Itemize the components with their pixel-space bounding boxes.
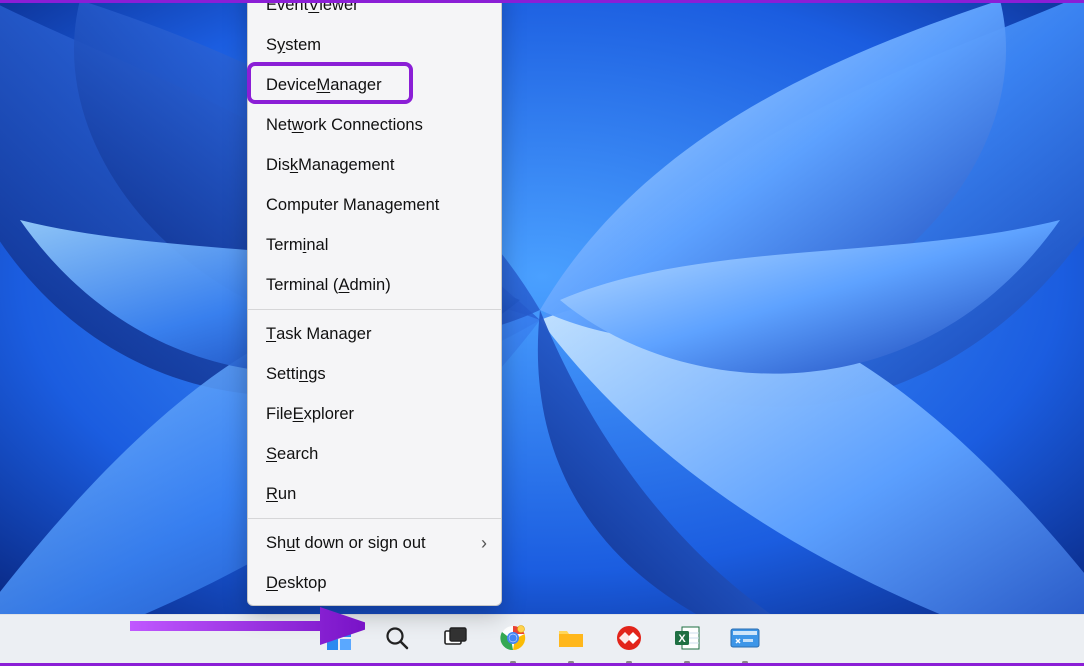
menu-item-network-connections[interactable]: Network Connections bbox=[248, 105, 501, 145]
start-button[interactable] bbox=[319, 621, 359, 661]
menu-item-device-manager[interactable]: Device Manager bbox=[248, 65, 501, 105]
menu-item-computer-management[interactable]: Computer Management bbox=[248, 185, 501, 225]
file-explorer-button[interactable] bbox=[551, 621, 591, 661]
search-button[interactable] bbox=[377, 621, 417, 661]
run-button[interactable] bbox=[725, 621, 765, 661]
menu-item-task-manager[interactable]: Task Manager bbox=[248, 314, 501, 354]
menu-item-disk-management[interactable]: Disk Management bbox=[248, 145, 501, 185]
anydesk-button[interactable] bbox=[609, 621, 649, 661]
excel-button[interactable]: X bbox=[667, 621, 707, 661]
svg-text:X: X bbox=[678, 633, 686, 645]
excel-icon: X bbox=[673, 624, 701, 657]
menu-separator bbox=[248, 518, 501, 519]
taskbar: X bbox=[0, 614, 1084, 666]
anydesk-icon bbox=[615, 624, 643, 657]
task-view-button[interactable] bbox=[435, 621, 475, 661]
menu-item-terminal[interactable]: Terminal bbox=[248, 225, 501, 265]
menu-item-search[interactable]: Search bbox=[248, 434, 501, 474]
winx-context-menu[interactable]: Event ViewerSystemDevice ManagerNetwork … bbox=[247, 0, 502, 606]
menu-separator bbox=[248, 309, 501, 310]
search-icon bbox=[384, 625, 410, 656]
chrome-button[interactable] bbox=[493, 621, 533, 661]
chrome-icon bbox=[499, 624, 527, 657]
folder-icon bbox=[557, 625, 585, 656]
menu-item-event-viewer[interactable]: Event Viewer bbox=[248, 0, 501, 25]
menu-item-system[interactable]: System bbox=[248, 25, 501, 65]
desktop-wallpaper bbox=[0, 0, 1084, 615]
taskview-icon bbox=[442, 625, 468, 656]
menu-item-file-explorer[interactable]: File Explorer bbox=[248, 394, 501, 434]
windows-icon bbox=[325, 624, 353, 657]
run-icon bbox=[730, 626, 760, 655]
menu-item-settings[interactable]: Settings bbox=[248, 354, 501, 394]
menu-item-run[interactable]: Run bbox=[248, 474, 501, 514]
menu-item-desktop[interactable]: Desktop bbox=[248, 563, 501, 603]
menu-item-terminal-admin[interactable]: Terminal (Admin) bbox=[248, 265, 501, 305]
annotation-border-top bbox=[0, 0, 1084, 3]
menu-item-shut-down-sign-out[interactable]: Shut down or sign out bbox=[248, 523, 501, 563]
